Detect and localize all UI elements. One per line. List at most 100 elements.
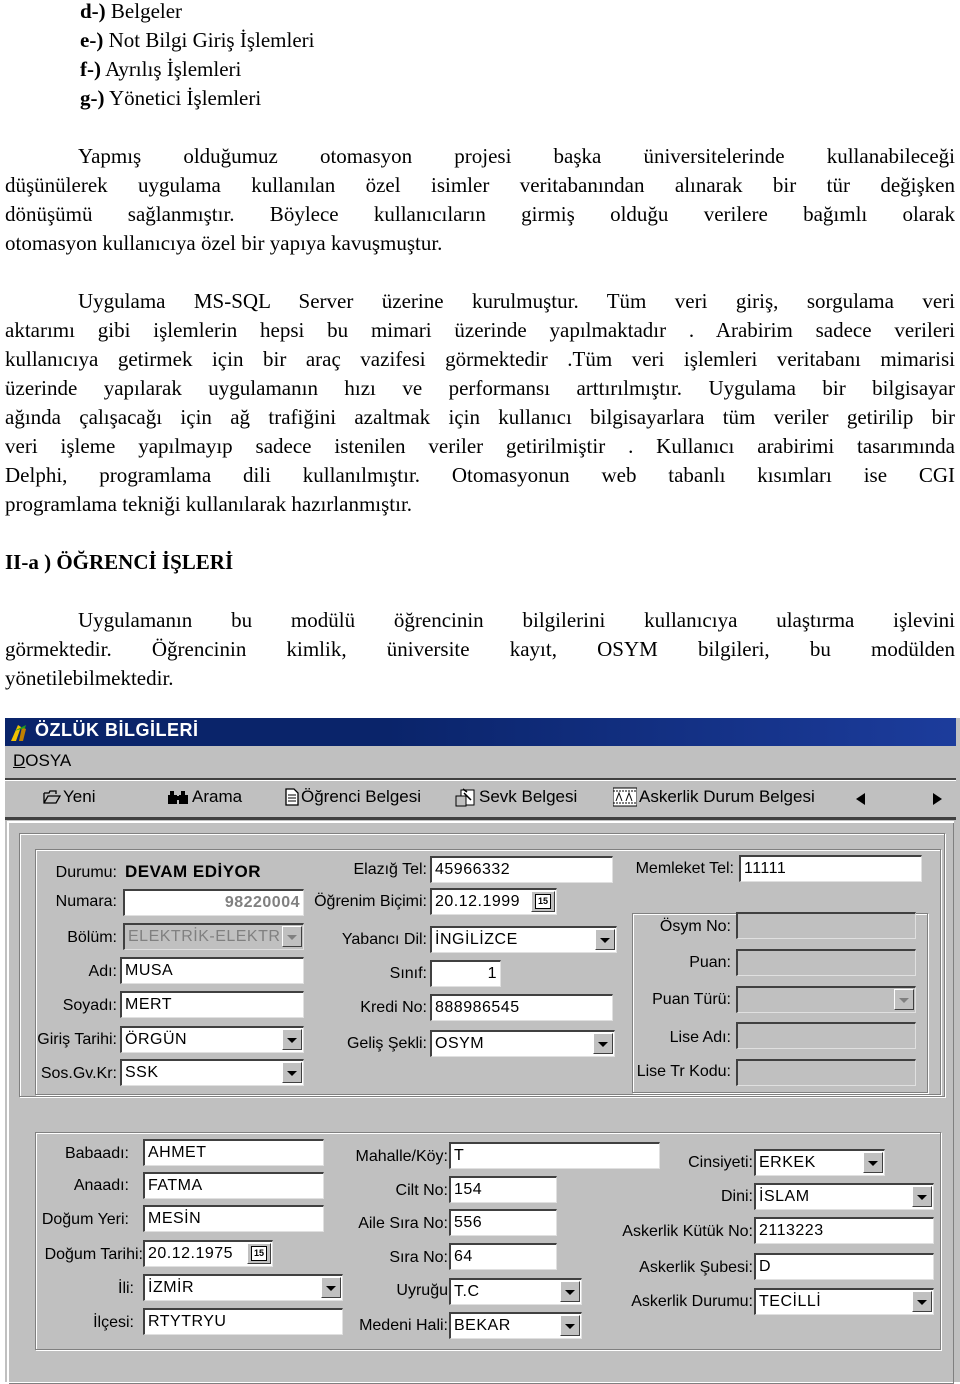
toolbar-scroll-left[interactable] [856,793,865,805]
dini-label: Dini: [720,1188,753,1205]
elazig-tel-field[interactable]: 45966332 [430,856,613,883]
gelis-sekli-label: Geliş Şekli: [346,1035,427,1052]
anaadi-field[interactable]: FATMA [143,1172,324,1199]
mahalle-label: Mahalle/Köy: [355,1148,449,1165]
bolum-select[interactable]: ELEKTRİK-ELEKTR [123,923,304,950]
osym-no-field[interactable] [736,912,916,939]
dogum-tarihi-label: Doğum Tarihi: [44,1246,143,1263]
ilcesi-label: İlçesi: [93,1314,134,1331]
binoculars-icon [168,791,188,804]
calendar-icon[interactable]: 15 [531,891,555,912]
calendar-icon[interactable]: 15 [247,1243,271,1264]
puan-turu-select[interactable] [736,986,916,1013]
elazig-tel-label: Elazığ Tel: [353,861,427,878]
ozluk-window: ÖZLÜK BİLGİLERİ DOSYA Yeni Arama Öğrenci… [5,718,960,1384]
lise-tr-kodu-label: Lise Tr Kodu: [636,1063,731,1080]
uyrugu-select[interactable]: T.C [449,1278,582,1305]
babaadi-field[interactable]: AHMET [143,1139,324,1166]
medeni-hali-select[interactable]: BEKAR [449,1312,582,1339]
sira-no-field[interactable]: 64 [449,1243,557,1270]
kredi-no-field[interactable]: 888986545 [430,994,613,1021]
chevron-down-icon[interactable] [894,989,914,1010]
toolbar-button-sevk-belgesi[interactable]: Sevk Belgesi [455,787,577,807]
chevron-down-icon[interactable] [282,1062,302,1083]
chevron-down-icon[interactable] [282,926,302,947]
mahalle-field[interactable]: T [449,1142,660,1169]
medeni-hali-label: Medeni Hali: [359,1317,448,1334]
chevron-down-icon[interactable] [560,1315,580,1336]
adi-label: Adı: [88,963,117,980]
chevron-down-icon[interactable] [560,1281,580,1302]
puan-label: Puan: [689,954,731,971]
numara-label: Numara: [55,893,117,910]
askerlik-kutuk-label: Askerlik Kütük No: [622,1223,753,1240]
ogrenim-bicimi-label: Öğrenim Biçimi: [314,893,427,910]
paragraph-architecture: Uygulama MS-SQL Server üzerine kurulmuşt… [5,289,955,516]
sinif-field[interactable]: 1 [430,960,501,987]
paragraph-intro: Yapmış olduğumuz otomasyon projesi başka… [5,144,955,255]
gelis-sekli-select[interactable]: OSYM [430,1030,615,1057]
section-heading: II-a ) ÖĞRENCİ İŞLERİ [5,550,234,574]
chevron-down-icon[interactable] [912,1291,932,1312]
toolbar-button-askerlik-durum-belgesi[interactable]: Askerlik Durum Belgesi [613,787,815,807]
ilcesi-field[interactable]: RTYTRYU [143,1308,343,1335]
dogum-yeri-field[interactable]: MESİN [143,1205,324,1232]
list-item: f-) Ayrılış İşlemleri [80,57,242,81]
yabanci-dil-label: Yabancı Dil: [341,931,427,948]
askerlik-subesi-label: Askerlik Şubesi: [639,1259,753,1276]
toolbar-button-arama[interactable]: Arama [168,787,242,807]
toolbar-button-ogrenci-belgesi[interactable]: Öğrenci Belgesi [285,787,421,807]
babaadi-label: Babaadı: [64,1145,129,1162]
chevron-down-icon[interactable] [912,1186,932,1207]
askerlik-durumu-select[interactable]: TECİLLİ [754,1288,934,1315]
chevron-down-icon[interactable] [321,1277,341,1298]
numara-field[interactable]: 98220004 [123,889,304,916]
cilt-no-field[interactable]: 154 [449,1176,557,1203]
film-strip-icon [613,787,637,807]
soyadi-field[interactable]: MERT [120,991,304,1018]
memleket-tel-label: Memleket Tel: [635,860,734,877]
paragraph-module: Uygulamanın bu modülü öğrencinin bilgile… [5,608,955,690]
cinsiyeti-label: Cinsiyeti: [688,1154,753,1171]
lise-tr-kodu-field[interactable] [736,1059,916,1086]
askerlik-durumu-label: Askerlik Durumu: [631,1293,753,1310]
durumu-value: DEVAM EDİYOR [125,862,262,881]
menu-dosya[interactable]: DOSYA [13,751,71,771]
aile-sira-no-label: Aile Sıra No: [358,1215,448,1232]
askerlik-kutuk-field[interactable]: 2113223 [754,1217,934,1244]
giris-tarihi-label: Giriş Tarihi: [37,1031,117,1048]
memleket-tel-field[interactable]: 11111 [739,855,922,882]
toolbar-button-yeni[interactable]: Yeni [43,787,95,807]
lise-adi-label: Lise Adı: [669,1029,731,1046]
sosgvkr-label: Sos.Gv.Kr: [40,1065,117,1082]
chevron-down-icon[interactable] [863,1152,883,1173]
cilt-no-label: Cilt No: [395,1182,448,1199]
soyadi-label: Soyadı: [62,997,117,1014]
lise-adi-field[interactable] [736,1022,916,1049]
ogrenim-bicimi-date[interactable]: 20.12.1999 15 [430,888,557,915]
adi-field[interactable]: MUSA [120,957,304,984]
yabanci-dil-select[interactable]: İNGİLİZCE [430,926,617,953]
dogum-tarihi-date[interactable]: 20.12.1975 15 [143,1240,273,1267]
window-title: ÖZLÜK BİLGİLERİ [35,720,199,740]
chevron-down-icon[interactable] [595,929,615,950]
ili-select[interactable]: İZMİR [143,1274,343,1301]
askerlik-subesi-field[interactable]: D [754,1253,934,1280]
aile-sira-no-field[interactable]: 556 [449,1209,557,1236]
transfer-document-icon [455,788,475,807]
bolum-label: Bölüm: [67,929,117,946]
title-bar: ÖZLÜK BİLGİLERİ [5,718,956,746]
list-item: g-) Yönetici İşlemleri [80,86,262,110]
toolbar: Yeni Arama Öğrenci Belgesi Sevk Belgesi … [5,780,956,820]
folder-open-icon [43,790,61,804]
puan-turu-label: Puan Türü: [652,991,731,1008]
anaadi-label: Anaadı: [73,1177,129,1194]
toolbar-scroll-right[interactable] [933,793,942,805]
dini-select[interactable]: İSLAM [754,1183,934,1210]
cinsiyeti-select[interactable]: ERKEK [754,1149,885,1176]
sosgvkr-select[interactable]: SSK [120,1059,304,1086]
giris-tarihi-select[interactable]: ÖRGÜN [120,1026,304,1053]
puan-field[interactable] [736,949,916,976]
chevron-down-icon[interactable] [282,1029,302,1050]
chevron-down-icon[interactable] [593,1033,613,1054]
